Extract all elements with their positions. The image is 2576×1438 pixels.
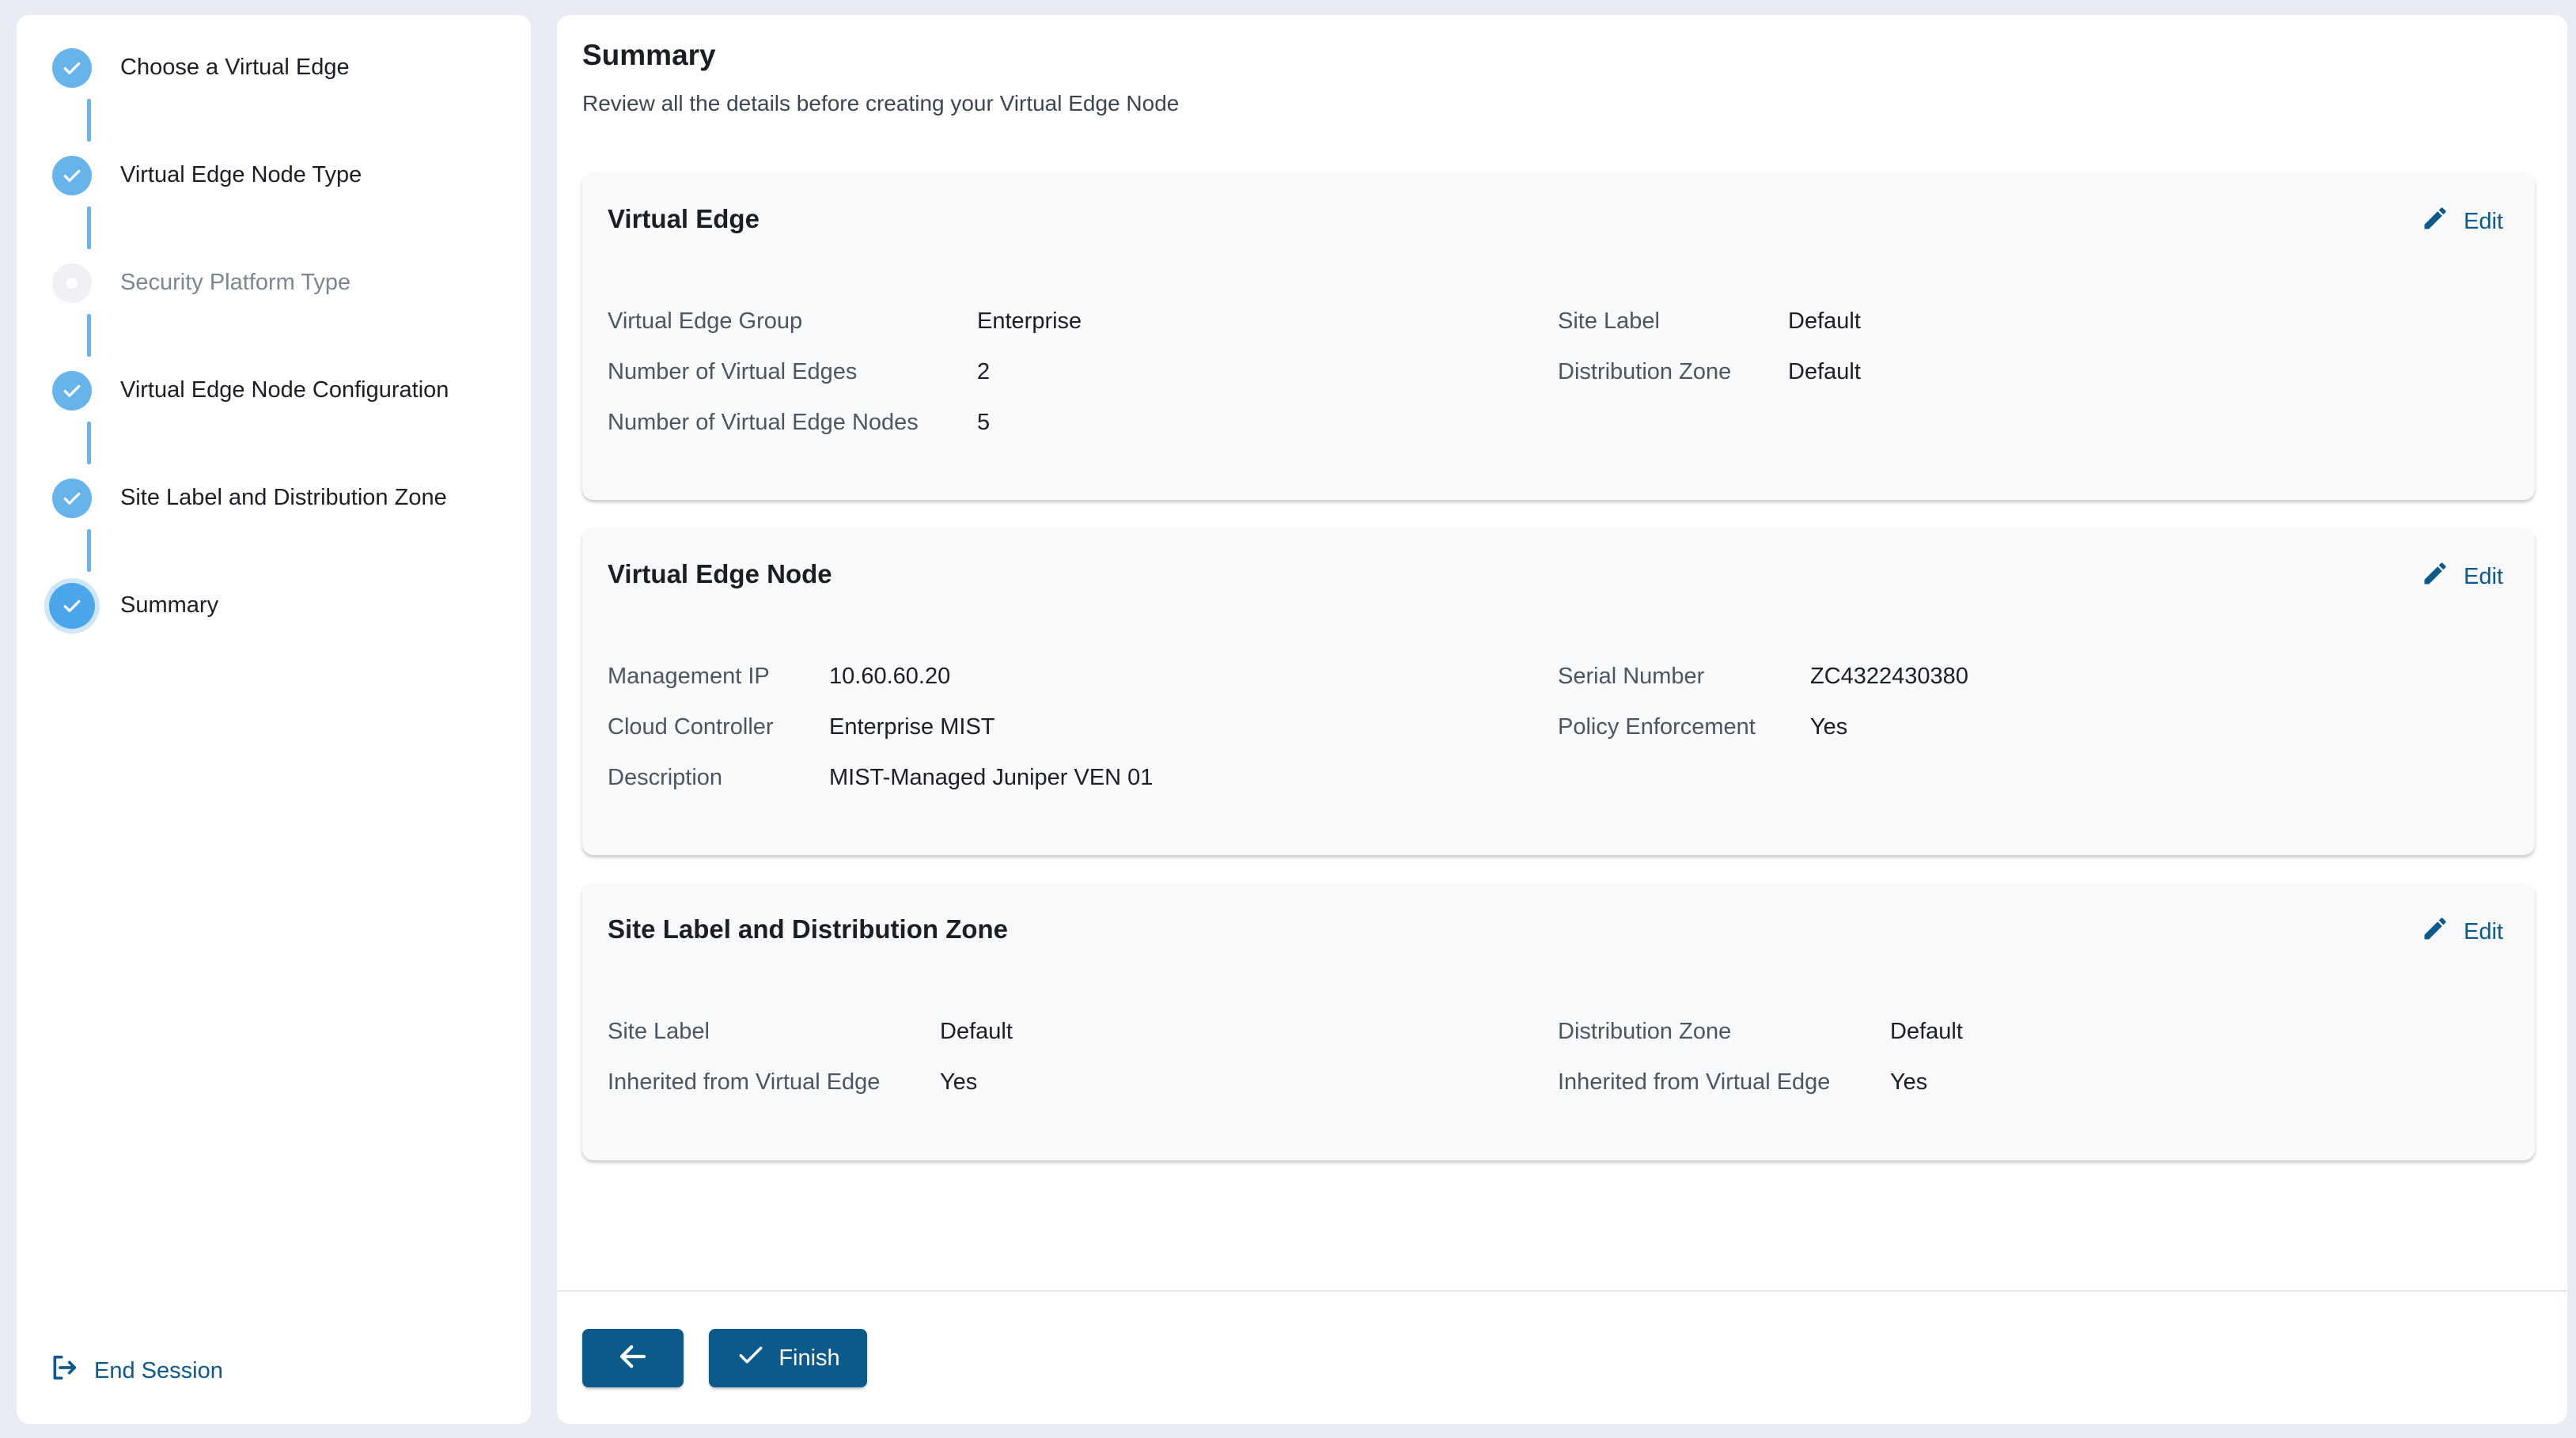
site-label-distribution-zone-card: Site Label and Distribution Zone Edit Si… (582, 883, 2535, 1160)
edit-virtual-edge-button[interactable]: Edit (2421, 204, 2503, 239)
field-value: Default (1788, 359, 1861, 384)
field-value: 2 (977, 359, 991, 384)
step-virtual-edge-node-configuration[interactable]: Virtual Edge Node Configuration (17, 368, 531, 415)
virtual-edge-card: Virtual Edge Edit Virtual Edge Group Ent… (582, 172, 2535, 500)
field-value: ZC4322430380 (1810, 664, 1968, 689)
field-key: Serial Number (1558, 664, 1705, 689)
field-key: Distribution Zone (1558, 359, 1732, 384)
back-button[interactable] (582, 1329, 684, 1387)
step-check-icon (52, 479, 92, 518)
field-key: Virtual Edge Group (608, 308, 803, 334)
check-icon (736, 1340, 766, 1376)
footer-divider (557, 1290, 2567, 1292)
field-value: 5 (977, 410, 991, 435)
field-key: Number of Virtual Edges (608, 359, 858, 384)
field-value: Default (1890, 1019, 1963, 1044)
field-key: Management IP (608, 664, 770, 689)
field-key: Site Label (1558, 308, 1660, 334)
field-key: Number of Virtual Edge Nodes (608, 410, 919, 435)
field-key: Distribution Zone (1558, 1019, 1732, 1044)
step-summary[interactable]: Summary (17, 583, 531, 630)
field-value: Yes (1890, 1069, 1928, 1095)
step-label: Choose a Virtual Edge (120, 55, 350, 80)
step-connector (87, 206, 91, 249)
step-inactive-icon (52, 263, 92, 303)
pencil-icon (2421, 204, 2449, 239)
card-title: Virtual Edge (608, 204, 760, 233)
pencil-icon (2421, 559, 2449, 594)
step-label: Site Label and Distribution Zone (120, 485, 447, 510)
edit-label: Edit (2464, 208, 2503, 234)
step-security-platform-type[interactable]: Security Platform Type (17, 260, 531, 308)
logout-icon (48, 1352, 80, 1390)
field-key: Inherited from Virtual Edge (608, 1069, 881, 1095)
field-key: Description (608, 765, 723, 790)
field-value: MIST-Managed Juniper VEN 01 (829, 765, 1154, 790)
step-choose-virtual-edge[interactable]: Choose a Virtual Edge (17, 45, 531, 93)
step-label: Summary (120, 592, 219, 618)
edit-label: Edit (2464, 563, 2503, 589)
pencil-icon (2421, 914, 2449, 949)
step-label: Virtual Edge Node Configuration (120, 377, 449, 403)
field-value: 10.60.60.20 (829, 664, 951, 689)
field-key: Site Label (608, 1019, 710, 1044)
step-site-label-distribution-zone[interactable]: Site Label and Distribution Zone (17, 475, 531, 523)
step-connector (87, 314, 91, 357)
page-subtitle: Review all the details before creating y… (582, 91, 1180, 115)
field-value: Yes (1810, 714, 1848, 740)
field-key: Inherited from Virtual Edge (1558, 1069, 1831, 1095)
card-title: Virtual Edge Node (608, 559, 832, 588)
step-check-icon (52, 156, 92, 195)
field-value: Default (940, 1019, 1013, 1044)
virtual-edge-node-card: Virtual Edge Node Edit Management IP 10.… (582, 528, 2535, 855)
step-connector (87, 529, 91, 572)
finish-button[interactable]: Finish (709, 1329, 867, 1387)
card-title: Site Label and Distribution Zone (608, 914, 1009, 944)
step-label: Security Platform Type (120, 270, 351, 295)
step-label: Virtual Edge Node Type (120, 162, 362, 187)
end-session-label: End Session (94, 1357, 223, 1383)
field-value: Yes (940, 1069, 978, 1095)
field-value: Default (1788, 308, 1861, 334)
step-virtual-edge-node-type[interactable]: Virtual Edge Node Type (17, 153, 531, 200)
end-session-button[interactable]: End Session (48, 1352, 223, 1390)
field-value: Enterprise (977, 308, 1082, 334)
edit-site-label-button[interactable]: Edit (2421, 914, 2503, 949)
wizard-sidebar: Choose a Virtual Edge Virtual Edge Node … (17, 15, 531, 1424)
edit-virtual-edge-node-button[interactable]: Edit (2421, 559, 2503, 594)
edit-label: Edit (2464, 918, 2503, 944)
step-connector (87, 422, 91, 464)
field-value: Enterprise MIST (829, 714, 995, 740)
finish-label: Finish (778, 1345, 840, 1371)
step-check-icon (49, 583, 95, 629)
arrow-left-icon (616, 1340, 650, 1377)
summary-panel: Summary Review all the details before cr… (557, 15, 2567, 1424)
step-check-icon (52, 48, 92, 88)
step-check-icon (52, 371, 92, 411)
field-key: Cloud Controller (608, 714, 774, 740)
page-title: Summary (582, 39, 716, 71)
step-connector (87, 99, 91, 142)
field-key: Policy Enforcement (1558, 714, 1756, 740)
